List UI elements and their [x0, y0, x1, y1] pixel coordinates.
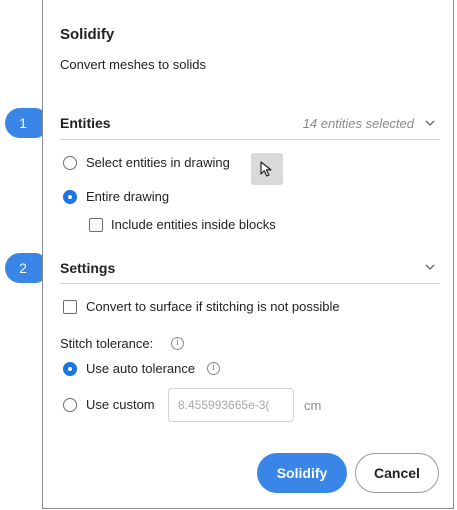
- panel-title: Solidify: [60, 26, 115, 43]
- tolerance-unit: cm: [304, 398, 322, 413]
- chevron-down-icon[interactable]: [425, 118, 435, 128]
- include-blocks-label[interactable]: Include entities inside blocks: [111, 217, 276, 232]
- cursor-arrow-icon: [260, 161, 272, 177]
- stitch-tolerance-label: Stitch tolerance:: [60, 336, 154, 351]
- entities-count: 14 entities selected: [302, 116, 414, 131]
- entire-drawing-label[interactable]: Entire drawing: [86, 189, 169, 204]
- entire-drawing-radio[interactable]: [63, 190, 77, 204]
- section-divider: [60, 139, 440, 140]
- section-divider: [60, 283, 440, 284]
- select-entities-label[interactable]: Select entities in drawing: [86, 155, 230, 170]
- use-auto-tolerance-radio[interactable]: [63, 362, 77, 376]
- convert-surface-checkbox[interactable]: [63, 300, 77, 314]
- info-icon[interactable]: i: [207, 362, 220, 375]
- callout-number: 1: [19, 115, 27, 131]
- info-icon[interactable]: i: [171, 337, 184, 350]
- settings-section-header[interactable]: Settings: [60, 260, 115, 276]
- cancel-button[interactable]: Cancel: [355, 453, 439, 493]
- include-blocks-checkbox[interactable]: [89, 218, 103, 232]
- solidify-button[interactable]: Solidify: [257, 453, 347, 493]
- panel-subtitle: Convert meshes to solids: [60, 57, 206, 72]
- use-custom-radio[interactable]: [63, 398, 77, 412]
- select-entities-radio[interactable]: [63, 156, 77, 170]
- solidify-panel: Solidify Convert meshes to solids Entiti…: [42, 0, 454, 509]
- chevron-down-icon[interactable]: [425, 262, 435, 272]
- callout-number: 2: [19, 260, 27, 276]
- use-auto-tolerance-label[interactable]: Use auto tolerance: [86, 361, 195, 376]
- custom-tolerance-input[interactable]: [168, 388, 294, 422]
- use-custom-label[interactable]: Use custom: [86, 397, 155, 412]
- convert-surface-label[interactable]: Convert to surface if stitching is not p…: [86, 299, 340, 314]
- entities-section-header[interactable]: Entities: [60, 115, 111, 131]
- select-entities-button[interactable]: [251, 153, 283, 185]
